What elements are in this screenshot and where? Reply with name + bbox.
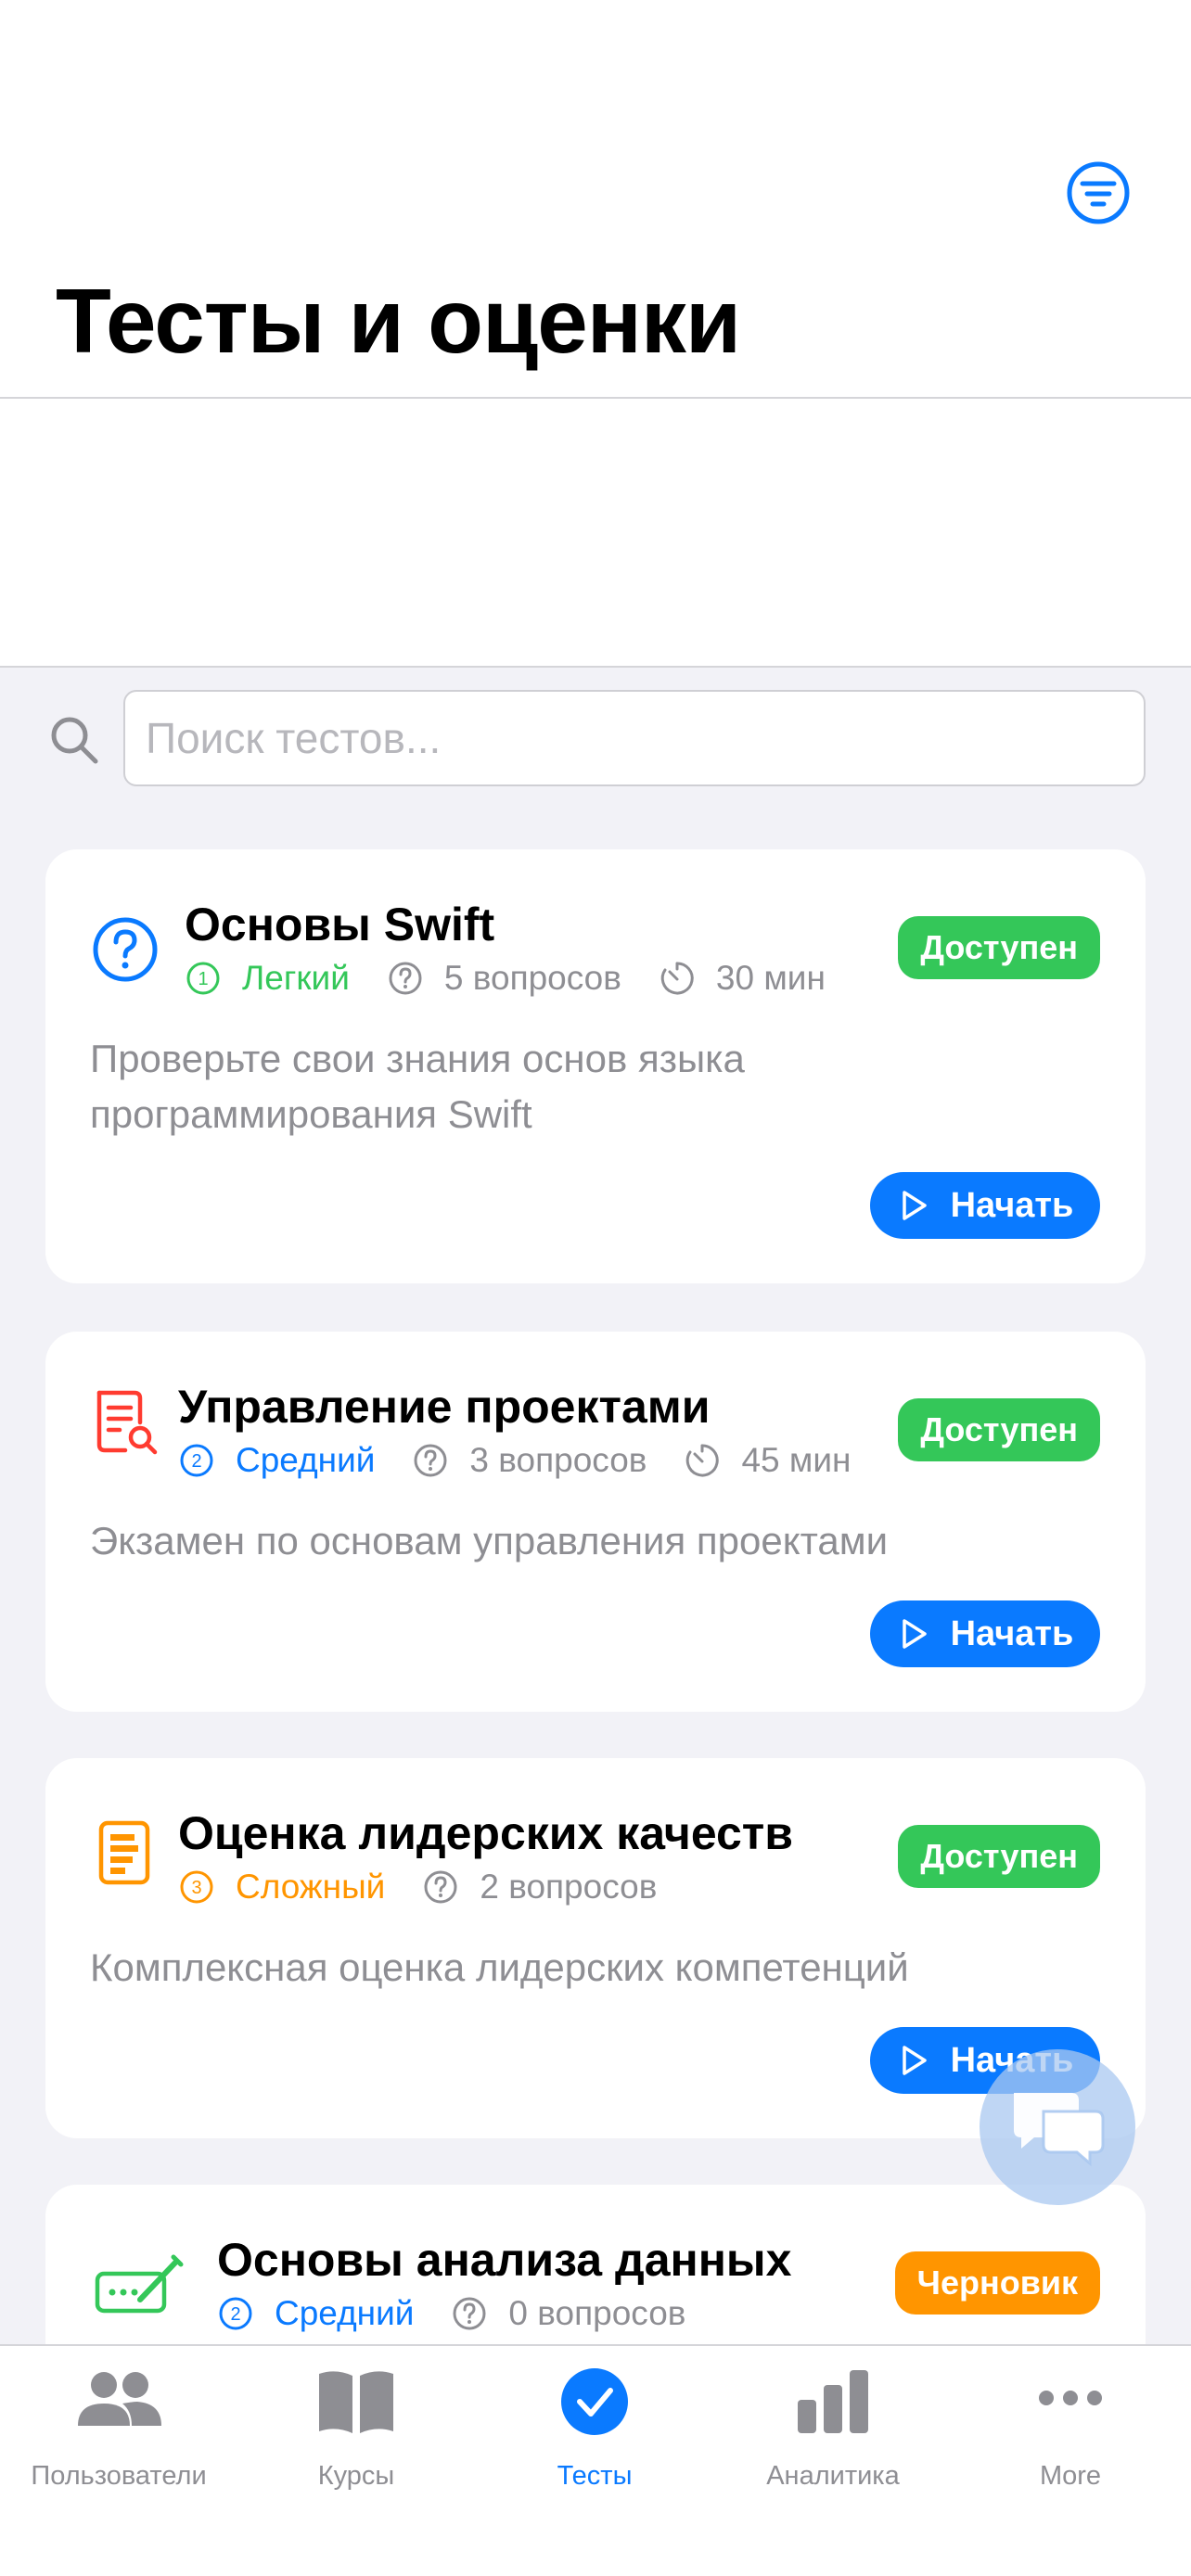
status-badge: Доступен <box>898 1398 1100 1461</box>
svg-text:3: 3 <box>191 1878 201 1898</box>
status-badge: Доступен <box>898 916 1100 979</box>
tab-label: Курсы <box>317 2461 395 2491</box>
play-icon <box>902 2046 927 2075</box>
start-button[interactable]: Начать <box>870 1600 1100 1667</box>
filter-button[interactable] <box>1065 159 1132 226</box>
tab-analytics[interactable]: Аналитика <box>714 2365 952 2504</box>
test-description: Проверьте свои знания основ языка програ… <box>90 1037 745 1136</box>
signature-pencil-icon <box>95 2254 184 2314</box>
ellipsis-icon <box>1039 2391 1102 2405</box>
start-button[interactable]: Начать <box>870 1172 1100 1239</box>
test-description: Экзамен по основам управления проектами <box>90 1519 889 1562</box>
test-card-swift-basics[interactable]: Основы Swift 1 Легкий 5 вопросов 30 мин … <box>45 849 1146 1283</box>
tab-more[interactable]: More <box>952 2365 1189 2504</box>
page-title: Тесты и оценки <box>56 270 741 372</box>
navigation-header: Тесты и оценки <box>0 0 1191 399</box>
document-search-icon <box>96 1390 158 1455</box>
svg-text:2: 2 <box>230 2304 240 2325</box>
svg-text:2: 2 <box>191 1451 201 1472</box>
tab-label: Тесты <box>557 2461 633 2491</box>
test-title: Управление проектами <box>178 1381 711 1433</box>
test-title: Основы Swift <box>185 899 495 950</box>
test-meta: 2 Средний 3 вопросов 45 мин <box>178 1441 888 1480</box>
tab-courses[interactable]: Курсы <box>237 2365 475 2504</box>
difficulty-number-icon: 3 <box>180 1870 213 1904</box>
difficulty-label: Легкий <box>242 959 350 997</box>
play-icon <box>902 1191 927 1220</box>
difficulty-number-icon: 2 <box>219 2297 252 2330</box>
tab-label: More <box>1039 2461 1102 2491</box>
test-card-leadership[interactable]: Оценка лидерских качеств 3 Сложный 2 воп… <box>45 1758 1146 2138</box>
bar-chart-icon <box>798 2370 868 2433</box>
tab-bar: Пользователи Курсы Тесты Аналитика More <box>0 2344 1191 2576</box>
question-count-icon <box>389 962 422 995</box>
tab-label: Пользователи <box>31 2461 207 2491</box>
start-button-label: Начать <box>950 1613 1074 1653</box>
test-title: Основы анализа данных <box>217 2234 792 2286</box>
question-count: 3 вопросов <box>469 1441 647 1479</box>
test-card-data-analysis[interactable]: Основы анализа данных 2 Средний 0 вопрос… <box>45 2185 1146 2344</box>
question-count: 2 вопросов <box>480 1868 658 1906</box>
status-badge: Черновик <box>894 2251 1100 2315</box>
document-list-icon <box>98 1820 150 1885</box>
status-badge: Доступен <box>898 1825 1100 1888</box>
chat-button[interactable] <box>980 2049 1135 2205</box>
svg-text:1: 1 <box>198 969 208 989</box>
test-title: Оценка лидерских качеств <box>178 1807 794 1859</box>
test-meta: 1 Легкий 5 вопросов 30 мин <box>185 959 863 998</box>
question-count-icon <box>453 2297 486 2330</box>
search-icon <box>51 717 98 764</box>
question-count: 5 вопросов <box>443 959 621 997</box>
difficulty-label: Сложный <box>236 1868 386 1906</box>
difficulty-label: Средний <box>275 2294 415 2332</box>
question-count-icon <box>414 1444 447 1477</box>
checkmark-circle-icon <box>561 2368 628 2435</box>
tab-users[interactable]: Пользователи <box>0 2365 237 2504</box>
filter-icon <box>1067 161 1130 224</box>
chat-bubbles-icon <box>1014 2093 1105 2167</box>
tab-tests[interactable]: Тесты <box>476 2365 713 2504</box>
test-meta: 3 Сложный 2 вопросов <box>178 1868 694 1906</box>
test-description: Комплексная оценка лидерских компетенций <box>90 1945 909 1989</box>
start-button-label: Начать <box>950 1185 1074 1225</box>
question-circle-icon <box>93 917 158 982</box>
test-meta: 2 Средний 0 вопросов <box>217 2294 723 2333</box>
question-count: 0 вопросов <box>508 2294 686 2332</box>
tab-label: Аналитика <box>766 2461 900 2491</box>
difficulty-number-icon: 2 <box>180 1444 213 1477</box>
duration: 30 мин <box>715 959 826 997</box>
timer-icon <box>660 962 694 995</box>
difficulty-number-icon: 1 <box>186 962 220 995</box>
play-icon <box>902 1619 927 1649</box>
difficulty-label: Средний <box>236 1441 376 1479</box>
duration: 45 мин <box>741 1441 852 1479</box>
users-icon <box>78 2372 161 2426</box>
test-card-project-management[interactable]: Управление проектами 2 Средний 3 вопросо… <box>45 1332 1146 1712</box>
timer-icon <box>686 1444 720 1477</box>
book-icon <box>319 2371 393 2433</box>
question-count-icon <box>424 1870 457 1904</box>
search-input[interactable] <box>123 690 1146 786</box>
